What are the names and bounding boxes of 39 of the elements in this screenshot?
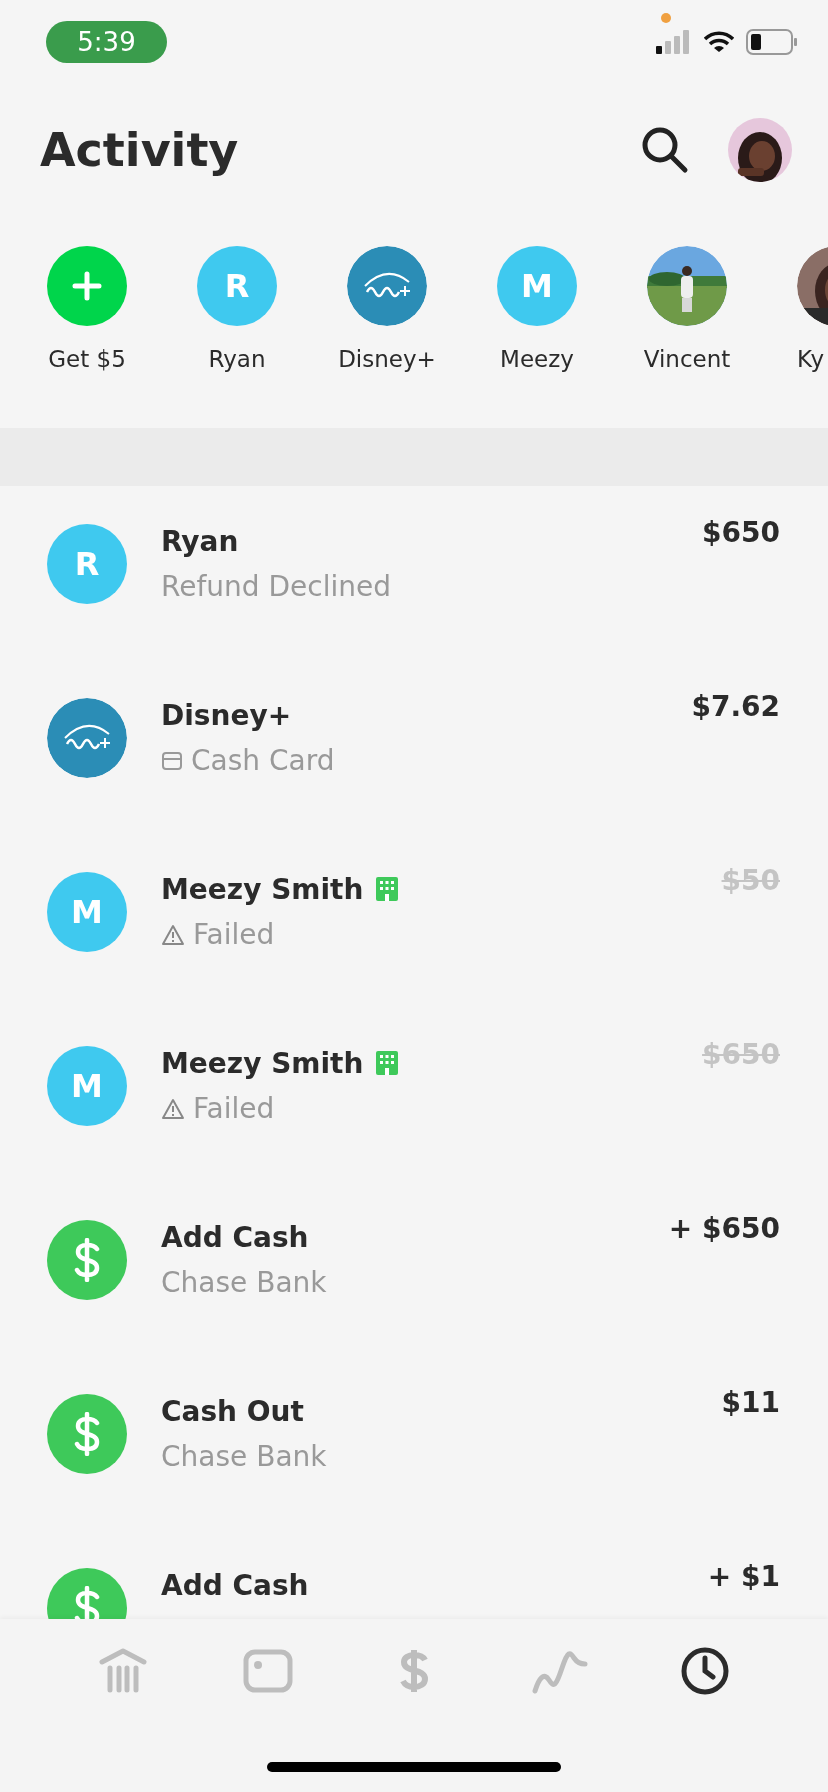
contact-name[interactable]: Disney+	[338, 346, 436, 372]
signal-icon	[656, 30, 692, 54]
transaction-name[interactable]: Meezy Smith	[161, 1046, 364, 1080]
transaction-status: Chase Bank	[161, 1440, 327, 1473]
warning-icon	[161, 1097, 185, 1120]
avatar-initial: M	[47, 872, 127, 952]
avatar-initial: R	[47, 524, 127, 604]
logo-icon	[47, 698, 127, 778]
transaction-amount: $650	[702, 516, 780, 549]
status-time: 5:39	[46, 21, 167, 63]
page-title: Activity	[40, 123, 240, 177]
contact-name[interactable]: Vincent	[643, 346, 731, 372]
transaction-amount: + $650	[668, 1212, 780, 1245]
wifi-icon	[704, 31, 734, 53]
transaction-status: Cash Card	[191, 744, 335, 777]
transaction-amount: $11	[721, 1386, 780, 1419]
logo-icon	[347, 246, 427, 326]
transaction-status: Refund Declined	[161, 570, 391, 603]
contact-name[interactable]: Ryan	[208, 346, 266, 372]
transaction-name[interactable]: Ryan	[161, 524, 239, 558]
transaction-name[interactable]: Add Cash	[161, 1568, 309, 1602]
contact-name[interactable]: Meezy	[500, 346, 574, 372]
transaction-status: Failed	[193, 1092, 275, 1125]
card-icon	[161, 750, 183, 771]
transaction-amount: + $1	[707, 1560, 780, 1593]
contact-name[interactable]: Ky	[797, 346, 825, 372]
contact-name[interactable]: Get $5	[48, 346, 126, 372]
battery-icon	[746, 29, 798, 55]
avatar-initial: M	[47, 1046, 127, 1126]
transaction-name[interactable]: Disney+	[161, 698, 292, 732]
privacy-indicator-icon	[661, 13, 671, 23]
transaction-name[interactable]: Meezy Smith	[161, 872, 364, 906]
transaction-name[interactable]: Cash Out	[161, 1394, 304, 1428]
transaction-amount: $7.62	[691, 690, 780, 723]
transaction-status: Chase Bank	[161, 1266, 327, 1299]
warning-icon	[161, 923, 185, 946]
transaction-name[interactable]: Add Cash	[161, 1220, 309, 1254]
search-icon[interactable]	[640, 125, 690, 175]
transaction-status: Failed	[193, 918, 275, 951]
